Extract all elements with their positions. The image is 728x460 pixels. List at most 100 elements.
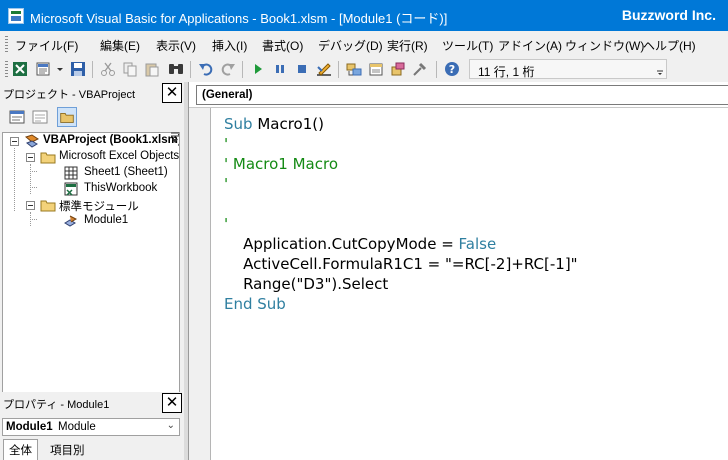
toolbar-separator bbox=[338, 61, 339, 78]
redo-icon[interactable] bbox=[220, 61, 236, 77]
module-icon bbox=[64, 215, 78, 227]
run-icon[interactable] bbox=[250, 61, 266, 77]
toggle-folders-icon[interactable] bbox=[57, 107, 77, 127]
code-text: Range("D3").Select bbox=[224, 275, 389, 293]
close-icon[interactable]: ✕ bbox=[162, 83, 182, 103]
menu-format[interactable]: 書式(O) bbox=[262, 37, 303, 54]
object-browser-icon[interactable] bbox=[390, 61, 406, 77]
project-tree: VBAProject (Book1.xlsm) Microsoft Excel … bbox=[2, 132, 180, 395]
menu-edit[interactable]: 編集(E) bbox=[100, 37, 140, 54]
code-margin-bar[interactable] bbox=[189, 108, 211, 460]
properties-tabs: 全体 項目別 bbox=[0, 437, 184, 460]
code-line[interactable]: Application.CutCopyMode = False bbox=[224, 234, 728, 254]
code-text: ActiveCell.FormulaR1C1 = "=RC[-2]+RC[-1]… bbox=[224, 255, 578, 273]
tree-item-excel-objects[interactable]: Microsoft Excel Objects bbox=[59, 149, 179, 165]
toolbar-options-icon[interactable] bbox=[656, 62, 664, 76]
properties-pane-header: プロパティ - Module1 ✕ bbox=[0, 392, 184, 414]
tree-item-sheet1[interactable]: Sheet1 (Sheet1) bbox=[84, 165, 179, 181]
tree-item-standard-modules[interactable]: 標準モジュール bbox=[59, 197, 179, 213]
tree-connector bbox=[30, 219, 37, 220]
paste-icon[interactable] bbox=[144, 61, 160, 77]
menu-tools[interactable]: ツール(T) bbox=[442, 37, 493, 54]
title-bar: Microsoft Visual Basic for Applications … bbox=[0, 0, 728, 31]
menu-window[interactable]: ウィンドウ(W) bbox=[565, 37, 644, 54]
menu-view[interactable]: 表示(V) bbox=[156, 37, 196, 54]
object-combo[interactable]: (General) bbox=[196, 85, 728, 105]
standard-toolbar: ? 11 行, 1 桁 bbox=[0, 57, 728, 82]
design-mode-icon[interactable] bbox=[316, 61, 332, 77]
break-icon[interactable] bbox=[272, 61, 288, 77]
properties-icon[interactable] bbox=[368, 61, 384, 77]
project-pane-title: プロジェクト - VBAProject bbox=[3, 89, 136, 101]
code-comment: ' bbox=[224, 175, 229, 193]
collapse-toggle[interactable] bbox=[10, 137, 19, 146]
project-pane-header: プロジェクト - VBAProject ✕ bbox=[0, 82, 184, 104]
code-comment: ' Macro1 Macro bbox=[224, 155, 338, 173]
tree-item-vbaproject[interactable]: VBAProject (Book1.xlsm) bbox=[43, 133, 179, 149]
menu-file[interactable]: ファイル(F) bbox=[15, 37, 78, 54]
collapse-toggle[interactable] bbox=[26, 201, 35, 210]
menu-debug[interactable]: デバッグ(D) bbox=[318, 37, 383, 54]
view-object-icon[interactable] bbox=[30, 107, 50, 127]
find-icon[interactable] bbox=[168, 61, 184, 77]
tree-item-label: 標準モジュール bbox=[59, 201, 139, 213]
workbook-icon bbox=[64, 182, 78, 196]
toolbar-grip[interactable] bbox=[5, 61, 8, 77]
collapse-toggle[interactable] bbox=[26, 153, 35, 162]
code-line[interactable]: ' bbox=[224, 134, 728, 154]
view-excel-icon[interactable] bbox=[12, 61, 28, 77]
cut-icon[interactable] bbox=[100, 61, 116, 77]
tree-connector bbox=[30, 164, 31, 194]
save-icon[interactable] bbox=[70, 61, 86, 77]
code-keyword: End Sub bbox=[224, 295, 286, 313]
tree-item-thisworkbook[interactable]: ThisWorkbook bbox=[84, 181, 179, 197]
tab-categorized[interactable]: 項目別 bbox=[45, 440, 90, 460]
copy-icon[interactable] bbox=[122, 61, 138, 77]
code-editor[interactable]: Sub Macro1() ' ' Macro1 Macro ' ' Applicatio… bbox=[224, 114, 728, 314]
svg-text:?: ? bbox=[449, 63, 455, 76]
object-selector[interactable]: Module1 Module ⌄ bbox=[2, 418, 180, 436]
tree-connector bbox=[14, 148, 15, 211]
view-code-icon[interactable] bbox=[7, 107, 27, 127]
close-icon[interactable]: ✕ bbox=[162, 393, 182, 413]
code-line[interactable]: ' Macro1 Macro bbox=[224, 154, 728, 174]
insert-module-icon[interactable] bbox=[36, 61, 52, 77]
folder-icon bbox=[40, 200, 56, 212]
scroll-right-icon[interactable] bbox=[170, 131, 180, 145]
code-line[interactable]: Sub Macro1() bbox=[224, 114, 728, 134]
tree-item-label: Sheet1 (Sheet1) bbox=[84, 166, 168, 178]
object-combo-value: (General) bbox=[202, 89, 253, 101]
reset-icon[interactable] bbox=[294, 61, 310, 77]
toolbar-separator bbox=[190, 61, 191, 78]
tab-alphabetic[interactable]: 全体 bbox=[3, 439, 38, 460]
menu-insert[interactable]: 挿入(I) bbox=[212, 37, 247, 54]
code-comment: ' bbox=[224, 215, 229, 233]
menu-help[interactable]: ヘルプ(H) bbox=[643, 37, 696, 54]
tree-connector bbox=[30, 171, 37, 172]
code-line[interactable]: ' bbox=[224, 174, 728, 194]
code-text: Application.CutCopyMode = bbox=[224, 235, 459, 253]
code-keyword: False bbox=[458, 235, 497, 253]
cursor-position-status: 11 行, 1 桁 bbox=[469, 59, 667, 79]
toolbox-icon[interactable] bbox=[412, 61, 428, 77]
code-line[interactable]: Range("D3").Select bbox=[224, 274, 728, 294]
worksheet-icon bbox=[64, 166, 78, 180]
undo-icon[interactable] bbox=[198, 61, 214, 77]
code-line[interactable]: End Sub bbox=[224, 294, 728, 314]
tree-item-module1[interactable]: Module1 bbox=[84, 213, 179, 229]
chevron-down-icon[interactable] bbox=[56, 61, 64, 77]
code-line[interactable]: ActiveCell.FormulaR1C1 = "=RC[-2]+RC[-1]… bbox=[224, 254, 728, 274]
tree-connector bbox=[30, 187, 37, 188]
menu-addins[interactable]: アドイン(A) bbox=[498, 37, 562, 54]
code-window: (General) Sub Macro1() ' ' Macro1 Macro ' ' … bbox=[188, 82, 728, 460]
code-line[interactable]: ' bbox=[224, 214, 728, 234]
code-line[interactable] bbox=[224, 194, 728, 214]
menu-run[interactable]: 実行(R) bbox=[387, 37, 428, 54]
object-name: Module1 bbox=[6, 421, 53, 433]
brand-label: Buzzword Inc. bbox=[621, 7, 716, 23]
tree-item-label: ThisWorkbook bbox=[84, 182, 158, 194]
project-explorer-icon[interactable] bbox=[346, 61, 362, 77]
toolbar-separator bbox=[242, 61, 243, 78]
menu-grip[interactable] bbox=[5, 36, 8, 52]
help-icon[interactable]: ? bbox=[444, 61, 460, 77]
